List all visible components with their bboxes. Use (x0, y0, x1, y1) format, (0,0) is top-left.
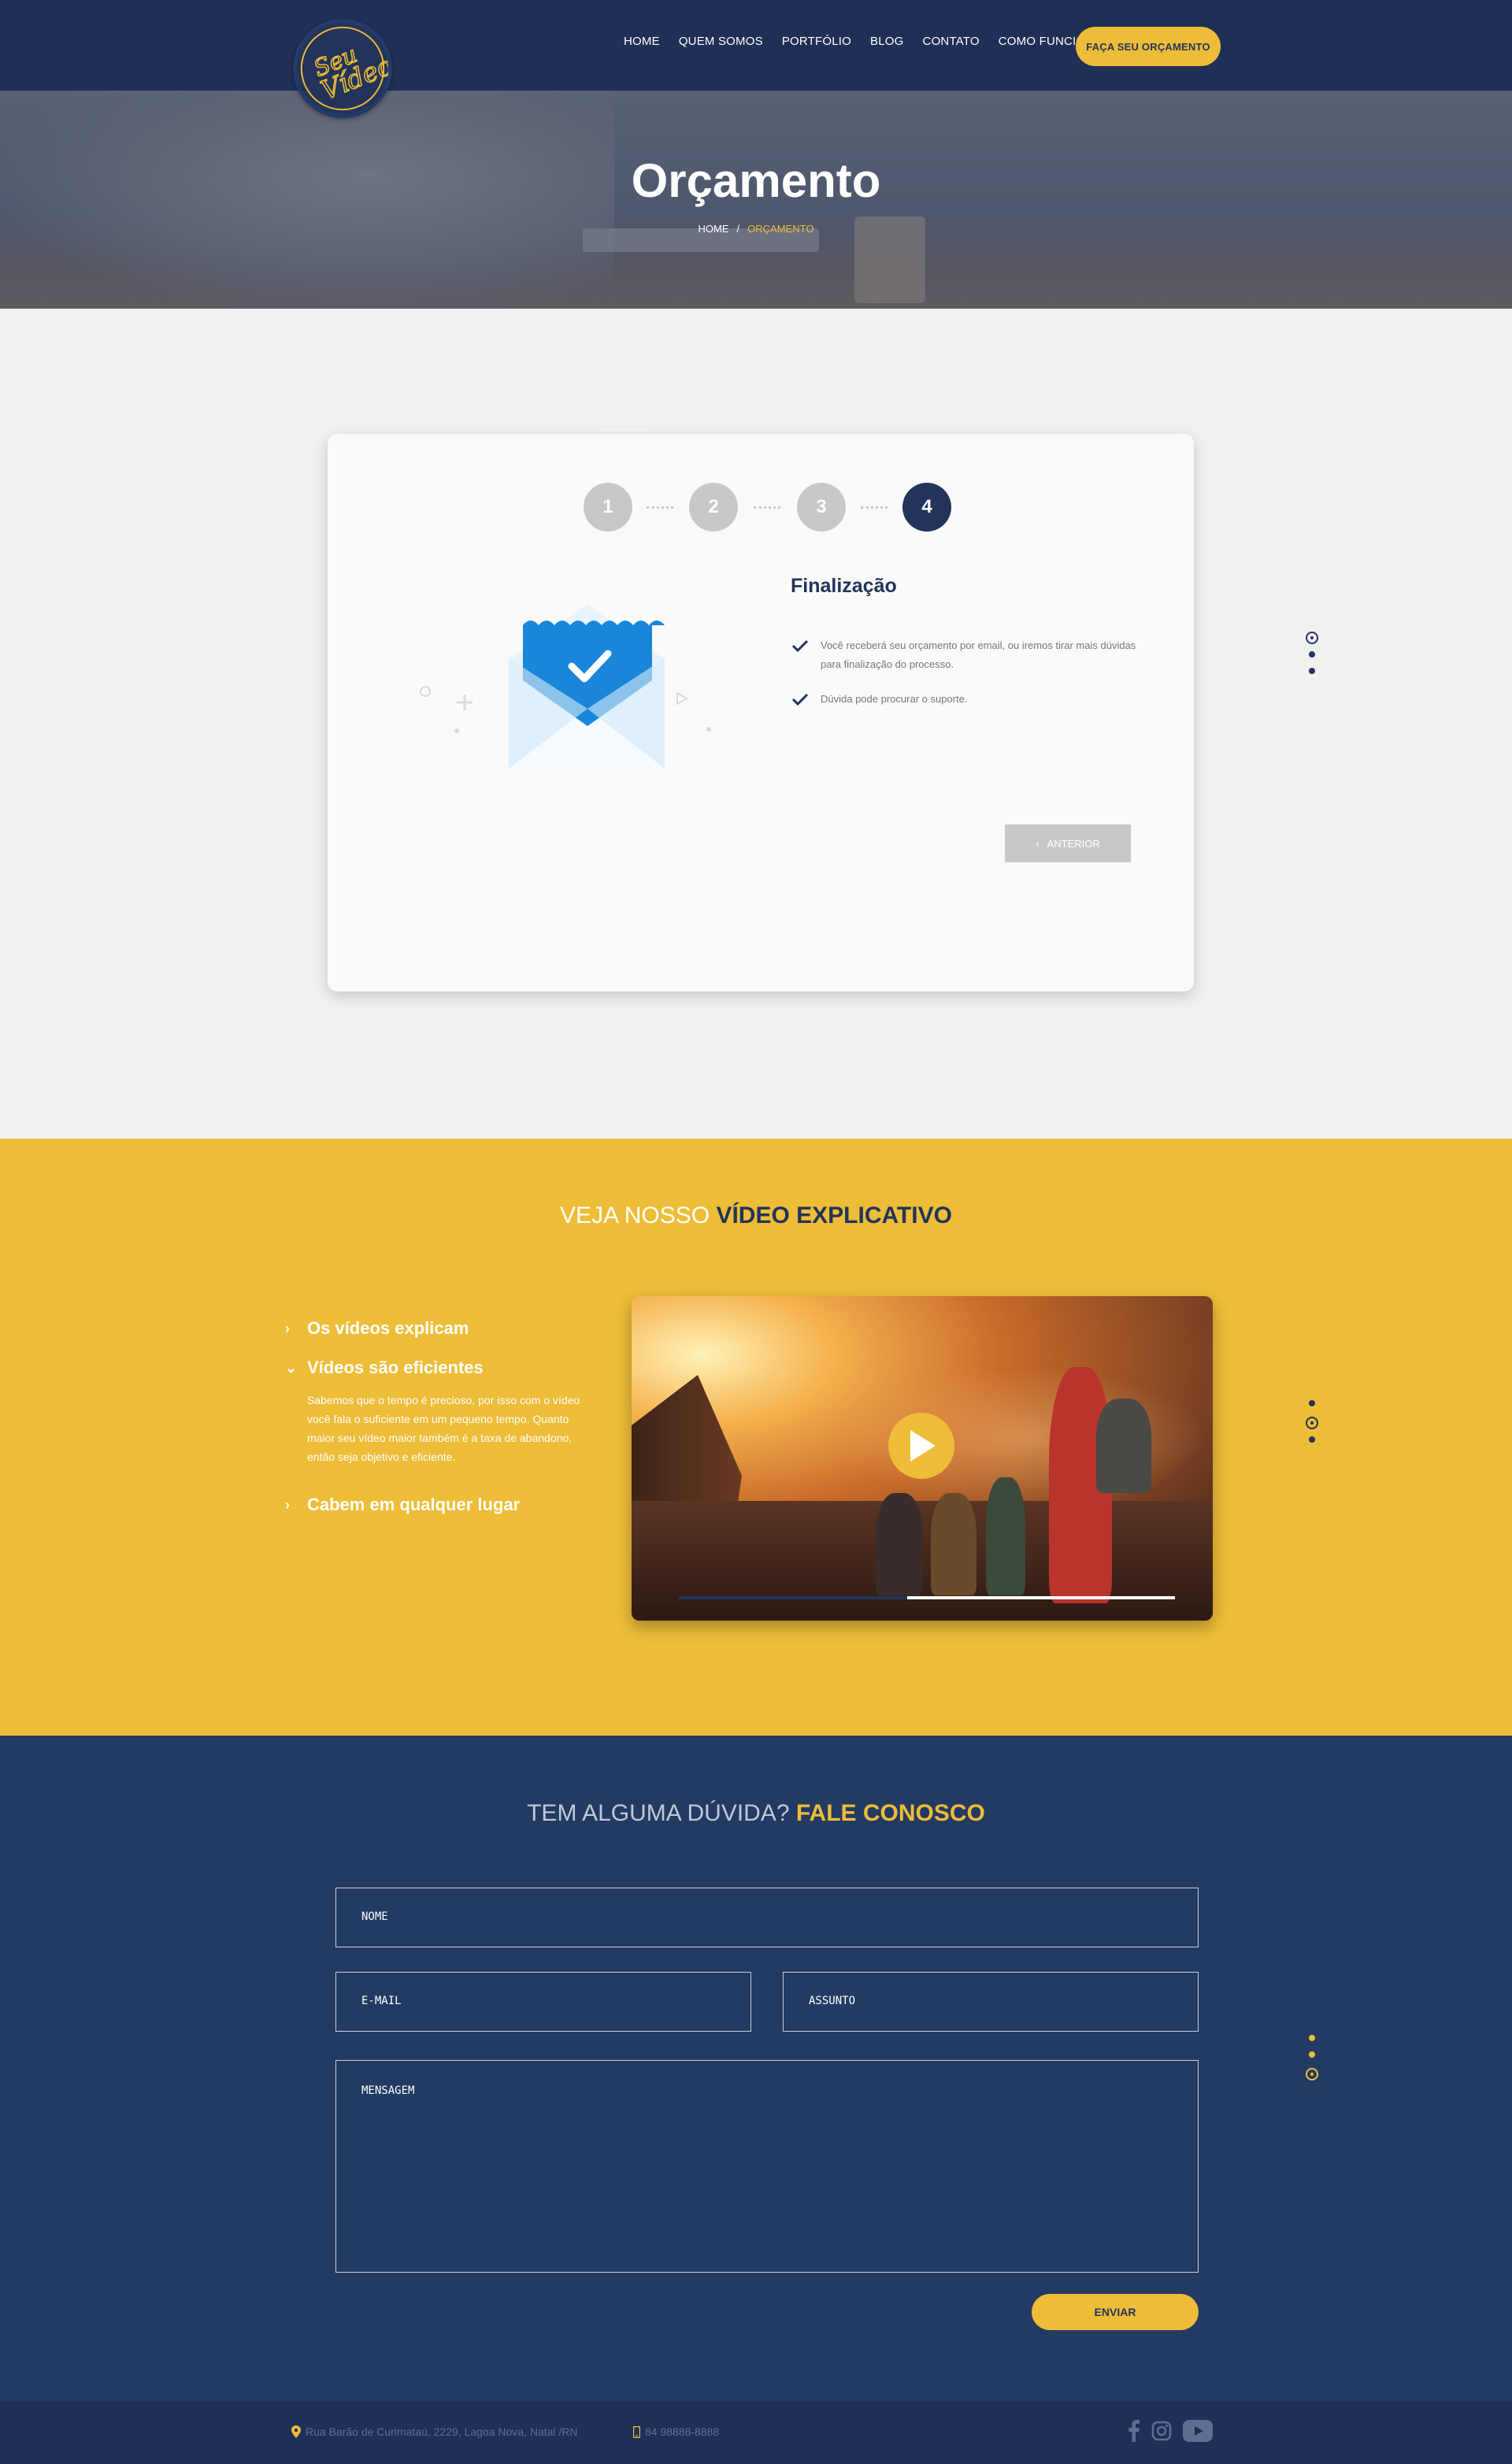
step-1[interactable]: 1 (584, 483, 632, 532)
page-title: Orçamento (631, 154, 881, 207)
section-nav-dot[interactable] (1309, 2035, 1315, 2041)
step-3[interactable]: 3 (797, 483, 846, 532)
nav-portfolio[interactable]: PORTFÓLIO (782, 35, 851, 48)
section-nav-active[interactable] (1306, 2068, 1318, 2081)
chevron-left-icon: ‹ (1036, 837, 1040, 850)
site-footer (0, 2401, 1512, 2464)
quote-cta-button[interactable]: FAÇA SEU ORÇAMENTO (1076, 27, 1221, 66)
breadcrumb-home[interactable]: HOME (699, 223, 729, 235)
section-nav-dot[interactable] (1309, 1400, 1315, 1406)
section-nav-active[interactable] (1306, 1417, 1318, 1429)
send-button[interactable]: ENVIAR (1032, 2294, 1199, 2330)
video-progress-fill (679, 1596, 907, 1599)
step-item: Você receberá seu orçamento por email, o… (791, 636, 1137, 674)
nav-home[interactable]: HOME (624, 35, 660, 48)
social-links (1128, 2420, 1213, 2442)
accordion-item[interactable]: › Cabem em qualquer lugar (285, 1495, 520, 1515)
previous-button[interactable]: ‹ ANTERIOR (1005, 824, 1131, 862)
section-nav-dot[interactable] (1309, 668, 1315, 674)
check-icon (791, 639, 809, 653)
contact-section-title: TEM ALGUMA DÚVIDA? FALE CONOSCO (527, 1800, 985, 1826)
section-nav-dot[interactable] (1309, 651, 1315, 658)
breadcrumb: HOME / ORÇAMENTO (698, 223, 814, 235)
section-nav (1306, 1400, 1318, 1453)
email-field[interactable]: E-MAIL (335, 1972, 751, 2032)
step-item: Dúvida pode procurar o suporte. (791, 690, 1137, 709)
mail-checked-icon (420, 605, 711, 769)
message-field[interactable]: MENSAGEM (335, 2060, 1199, 2273)
youtube-icon[interactable] (1183, 2420, 1213, 2442)
logo-mark: Seu Vídeo (300, 26, 388, 111)
chevron-right-icon: › (285, 1320, 290, 1336)
step-4[interactable]: 4 (902, 483, 951, 532)
section-nav-dot[interactable] (1309, 2051, 1315, 2058)
hero-banner: Orçamento HOME / ORÇAMENTO (0, 91, 1512, 309)
check-icon (791, 693, 809, 706)
nav-quem-somos[interactable]: QUEM SOMOS (679, 35, 763, 48)
instagram-icon[interactable] (1151, 2421, 1172, 2441)
site-logo[interactable]: Seu Vídeo (293, 19, 392, 118)
step-title: Finalização (791, 575, 897, 597)
accordion-item[interactable]: › Os vídeos explicam (285, 1318, 469, 1339)
play-button[interactable] (888, 1413, 954, 1479)
breadcrumb-current: ORÇAMENTO (747, 223, 814, 235)
chevron-right-icon: › (285, 1496, 290, 1513)
subject-field[interactable]: ASSUNTO (783, 1972, 1199, 2032)
accordion-content: Sabemos que o tempo é precioso, por isso… (307, 1394, 580, 1463)
section-nav: .s1::after{} (1306, 632, 1318, 684)
play-icon (910, 1430, 936, 1462)
site-header: HOME QUEM SOMOS PORTFÓLIO BLOG CONTATO C… (0, 0, 1512, 91)
map-pin-icon (291, 2425, 301, 2438)
facebook-icon[interactable] (1128, 2420, 1140, 2442)
phone-icon (633, 2425, 640, 2438)
section-nav-dot[interactable] (1309, 1436, 1315, 1443)
nav-blog[interactable]: BLOG (870, 35, 903, 48)
nav-contato[interactable]: CONTATO (923, 35, 980, 48)
section-nav (1306, 2035, 1318, 2088)
chevron-down-icon: ⌄ (285, 1359, 298, 1376)
section-nav-active[interactable]: .s1::after{} (1306, 632, 1318, 644)
step-2[interactable]: 2 (689, 483, 738, 532)
main-nav: HOME QUEM SOMOS PORTFÓLIO BLOG CONTATO C… (624, 35, 1121, 48)
video-section-title: VEJA NOSSO VÍDEO EXPLICATIVO (560, 1202, 952, 1228)
accordion-item[interactable]: ⌄ Vídeos são eficientes (285, 1358, 484, 1378)
footer-address: Rua Barão de Curimataú, 2229, Lagoa Nova… (291, 2425, 578, 2438)
name-field[interactable]: NOME (335, 1888, 1199, 1947)
video-progress-bar[interactable] (679, 1596, 1175, 1599)
footer-phone: 84 98888-8888 (633, 2425, 719, 2438)
